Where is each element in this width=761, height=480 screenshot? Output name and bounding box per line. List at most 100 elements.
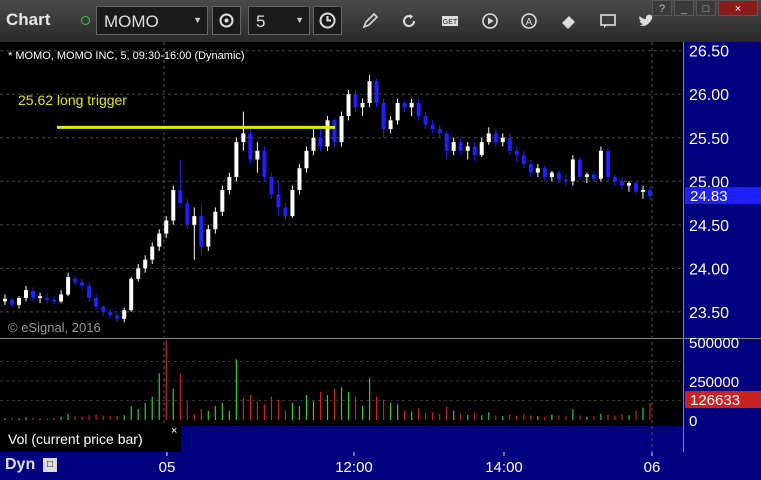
candle [367,81,372,103]
gear-icon [219,13,234,28]
candle [45,297,50,300]
symbol-input[interactable]: MOMO ▼ [96,6,208,35]
volume-status-bar [181,426,684,452]
time-tick-label: 06 [644,459,661,476]
chevron-down-icon[interactable]: ▼ [295,15,304,25]
get-icon[interactable]: GET [440,11,460,31]
chart-info: * MOMO, MOMO INC, 5, 09:30-16:00 (Dynami… [8,50,245,62]
candle [108,311,113,316]
eraser-icon[interactable] [559,11,579,31]
minimize-button[interactable]: _ [674,0,694,16]
candle [493,133,498,143]
candle [178,190,183,204]
volume-tick-label: 500000 [689,335,739,352]
volume-tick-label: 0 [689,413,697,430]
candle [10,299,15,305]
candle [80,282,85,286]
candle [17,297,22,305]
candle [577,159,582,177]
candle [444,133,449,151]
chevron-down-icon[interactable]: ▼ [193,15,202,25]
price-tick-label: 25.50 [689,131,729,148]
candle [437,129,442,134]
lock-icon[interactable]: □ [43,458,57,472]
close-icon[interactable]: × [171,425,177,437]
candle [360,102,365,108]
candle [206,229,211,247]
candle [542,168,547,177]
price-tick-label: 23.50 [689,305,729,322]
comment-icon[interactable] [598,11,618,31]
dynamic-label[interactable]: Dyn [5,456,35,474]
candle [115,315,120,319]
candle [234,142,239,177]
pencil-icon[interactable] [360,11,380,31]
price-tick-label: 26.00 [689,87,729,104]
candle [458,142,463,151]
time-tick-label: 12:00 [335,459,373,476]
time-tick-label: 05 [159,459,176,476]
candle [570,159,575,182]
maximize-button[interactable]: □ [696,0,716,16]
volume-tick-label: 250000 [689,374,739,391]
candle [556,172,561,180]
help-button[interactable]: ? [652,0,672,16]
play-icon[interactable] [480,11,500,31]
candle [24,290,29,298]
candle [122,310,127,319]
candle [521,155,526,164]
symbol-value: MOMO [104,12,159,31]
candle [514,150,519,156]
candle [332,120,337,143]
candle [479,142,484,156]
link-status-icon[interactable] [81,16,90,25]
candle [269,176,274,195]
candle [612,176,617,182]
current-volume-label: 126633 [690,392,740,409]
window-title: Chart [6,10,51,29]
candle [325,120,330,147]
candle [388,120,393,130]
price-tick-label: 26.50 [689,44,729,61]
candle [73,278,78,283]
candle [220,190,225,212]
price-tick-label: 24.00 [689,261,729,278]
candle [171,190,176,221]
symbol-settings-button[interactable] [212,6,241,35]
candle [241,133,246,143]
candle [150,246,155,260]
candle [101,306,106,312]
svg-text:GET: GET [443,19,458,26]
trigger-annotation[interactable]: 25.62 long trigger [18,92,127,108]
volume-study-label[interactable]: Vol (current price bar) [4,426,180,452]
a-icon[interactable]: A [519,11,539,31]
candle [276,194,281,208]
candle [465,146,470,151]
candle [353,94,358,108]
candle [192,216,197,225]
candle [255,150,260,160]
candle [451,142,456,151]
candle [311,137,316,151]
price-tick-label: 24.50 [689,218,729,235]
candle [648,190,652,197]
candle [227,176,232,190]
candle [213,211,218,230]
candle [31,290,36,298]
time-template-button[interactable] [313,6,342,35]
candle [528,163,533,173]
candle [297,168,302,190]
candle [381,102,386,130]
candle [416,102,421,116]
candle [262,150,267,177]
candle [318,137,323,147]
close-button[interactable]: × [718,0,758,16]
svg-text:A: A [526,17,533,28]
candle [157,233,162,247]
refresh-icon[interactable] [399,11,419,31]
candle [52,299,57,302]
candle [472,146,477,156]
interval-input[interactable]: 5 ▼ [248,6,310,35]
candle [423,116,428,125]
candle [409,102,414,108]
